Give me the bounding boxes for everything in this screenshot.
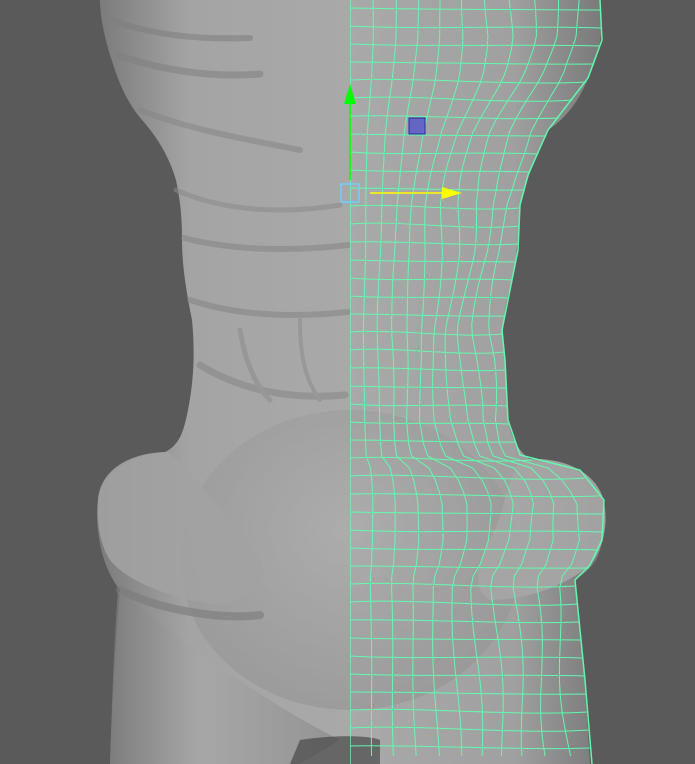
3d-viewport[interactable] [0, 0, 695, 764]
square-blue-icon[interactable] [408, 117, 426, 135]
viewport-canvas[interactable] [0, 0, 695, 764]
model-mesh[interactable] [97, 0, 606, 764]
crotch-shadow [290, 736, 380, 764]
